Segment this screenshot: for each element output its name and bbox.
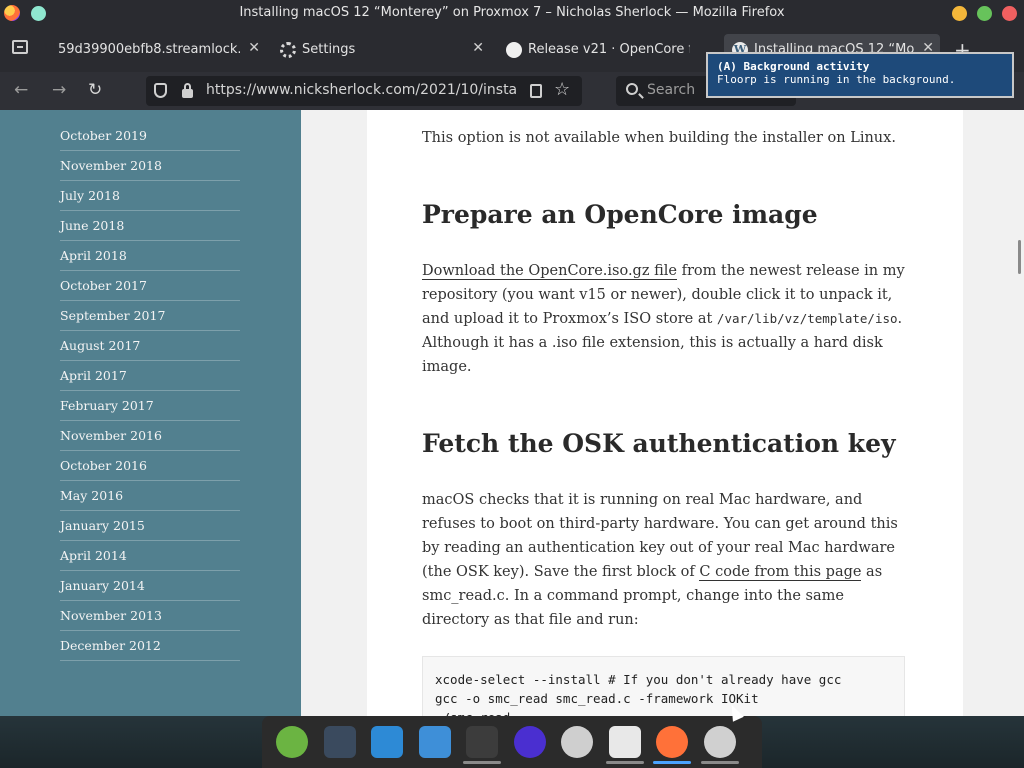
article-paragraph: Download the OpenCore.iso.gz file from t… [422, 259, 906, 379]
tab-manager-icon[interactable] [12, 40, 28, 54]
archive-link[interactable]: June 2018 [60, 211, 240, 241]
archive-link[interactable]: August 2017 [60, 331, 240, 361]
archive-link[interactable]: October 2017 [60, 271, 240, 301]
search-icon [626, 83, 638, 95]
tab-github-release[interactable]: Release v21 · OpenCore for Proxmox [498, 34, 716, 66]
reload-icon[interactable]: ↻ [88, 80, 102, 100]
running-indicator [653, 761, 691, 764]
dock-taskbar [262, 716, 762, 768]
running-indicator [605, 761, 644, 764]
archive-link[interactable]: October 2019 [60, 121, 240, 151]
archive-link[interactable]: October 2016 [60, 451, 240, 481]
search-placeholder: Search [647, 82, 696, 98]
archive-link[interactable]: July 2018 [60, 181, 240, 211]
archive-link[interactable]: November 2018 [60, 151, 240, 181]
archive-link[interactable]: September 2017 [60, 301, 240, 331]
system-settings-icon[interactable] [323, 726, 356, 758]
heading-prepare-opencore: Prepare an OpenCore image [422, 200, 818, 229]
url-bar[interactable]: https://www.nicksherlock.com/2021/10/ins… [146, 76, 582, 106]
software-store-icon[interactable] [371, 726, 403, 758]
gimp-icon[interactable] [561, 726, 593, 758]
terminal-icon[interactable] [466, 726, 498, 758]
article-paragraph: macOS checks that it is running on real … [422, 488, 906, 632]
github-icon [506, 42, 522, 58]
web-page: October 2019 November 2018 July 2018 June 2… [0, 110, 1024, 716]
tab-settings[interactable]: Settings ✕ [272, 34, 490, 66]
archive-link[interactable]: May 2016 [60, 481, 240, 511]
close-window-button[interactable] [1002, 6, 1017, 21]
notification-body: Floorp is running in the background. [717, 73, 956, 86]
running-indicator [463, 761, 501, 764]
close-tab-icon[interactable]: ✕ [248, 40, 260, 56]
tab-streamlock[interactable]: 59d39900ebfb8.streamlock.net ✕ [44, 34, 266, 66]
archive-link[interactable]: April 2014 [60, 541, 240, 571]
code-block: xcode-select --install # If you don't al… [422, 656, 905, 716]
firefox-icon[interactable] [656, 726, 688, 758]
lock-icon[interactable] [182, 83, 193, 98]
window-title: Installing macOS 12 “Monterey” on Proxmo… [239, 5, 785, 20]
archive-link[interactable]: January 2015 [60, 511, 240, 541]
reader-view-icon[interactable] [530, 84, 542, 98]
virt-manager-icon[interactable] [703, 726, 736, 758]
linux-mint-menu-icon[interactable] [276, 726, 308, 758]
window-titlebar: Installing macOS 12 “Monterey” on Proxmo… [0, 0, 1024, 26]
archive-link[interactable]: April 2018 [60, 241, 240, 271]
close-tab-icon[interactable]: ✕ [472, 40, 484, 56]
tab-label: Settings [302, 42, 356, 57]
text-editor-icon[interactable] [608, 726, 641, 758]
archive-link[interactable]: February 2017 [60, 391, 240, 421]
gear-icon [280, 42, 296, 58]
back-arrow-icon[interactable]: ← [14, 80, 28, 100]
minimize-button[interactable] [952, 6, 967, 21]
tracking-protection-shield-icon[interactable] [154, 83, 167, 98]
url-text[interactable]: https://www.nicksherlock.com/2021/10/ins… [206, 82, 518, 98]
notification-title: (A) Background activity [717, 60, 870, 73]
article-paragraph: This option is not available when buildi… [422, 130, 896, 146]
maximize-button[interactable] [977, 6, 992, 21]
file-manager-icon[interactable] [418, 726, 451, 758]
bookmark-star-icon[interactable]: ☆ [554, 79, 570, 100]
archive-link[interactable]: January 2014 [60, 571, 240, 601]
heading-fetch-osk: Fetch the OSK authentication key [422, 429, 896, 458]
article-content: This option is not available when buildi… [367, 110, 963, 716]
archives-sidebar: October 2019 November 2018 July 2018 June 2… [0, 110, 301, 716]
c-code-link[interactable]: C code from this page [699, 564, 862, 581]
background-activity-notification[interactable]: (A) Background activity Floorp is runnin… [706, 52, 1014, 98]
floorp-browser-icon[interactable] [513, 726, 546, 758]
archive-link[interactable]: December 2012 [60, 631, 240, 661]
tab-label: 59d39900ebfb8.streamlock.net [58, 42, 240, 57]
archive-link[interactable]: November 2016 [60, 421, 240, 451]
archive-link[interactable]: November 2013 [60, 601, 240, 631]
forward-arrow-icon[interactable]: → [52, 80, 66, 100]
running-indicator [700, 761, 739, 764]
page-scrollbar[interactable] [1018, 240, 1021, 274]
iso-store-path: /var/lib/vz/template/iso [716, 311, 898, 326]
archive-link[interactable]: April 2017 [60, 361, 240, 391]
opencore-download-link[interactable]: Download the OpenCore.iso.gz file [422, 263, 677, 280]
tab-label: Release v21 · OpenCore for Proxmox [528, 42, 690, 57]
